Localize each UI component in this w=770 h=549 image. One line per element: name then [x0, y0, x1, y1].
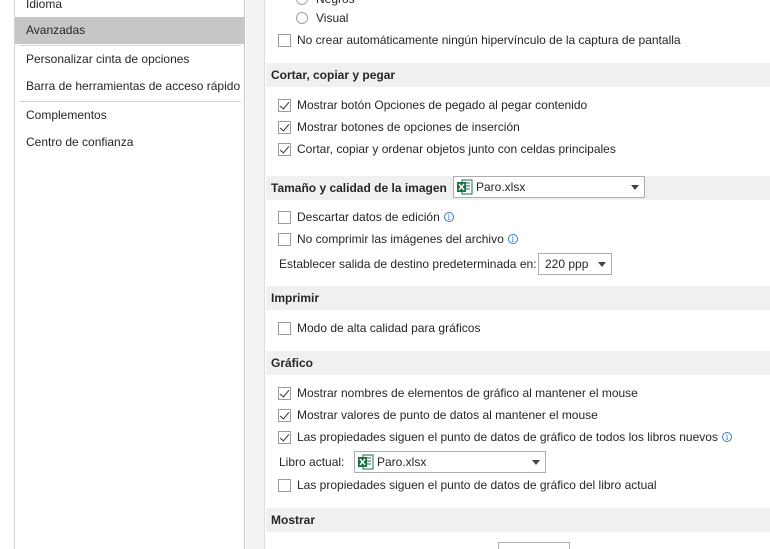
high-quality-label: Modo de alta calidad para gráficos [297, 321, 481, 335]
cut-copy-sort-label: Cortar, copiar y ordenar objetos junto c… [297, 142, 616, 156]
options-sidebar: Idioma Avanzadas Personalizar cinta de o… [15, 0, 245, 549]
radio-visual-label: Visual [316, 11, 349, 25]
discard-edit-data-label: Descartar datos de edición i [297, 208, 454, 226]
props-all-workbooks-text: Las propiedades siguen el punto de datos… [297, 430, 718, 444]
options-content: Negros Visual No crear automáticamente n… [266, 0, 770, 549]
props-current-workbook-label: Las propiedades siguen el punto de datos… [297, 478, 657, 492]
excel-file-icon [457, 179, 473, 195]
data-values-label: Mostrar valores de punto de datos al man… [297, 408, 598, 422]
info-icon: i [507, 234, 518, 244]
sidebar-item-idioma[interactable]: Idioma [15, 0, 244, 18]
discard-edit-data-text: Descartar datos de edición [297, 210, 440, 224]
info-icon: i [721, 432, 732, 442]
radio-negros[interactable] [296, 0, 308, 5]
paste-options-checkbox[interactable] [278, 99, 291, 112]
chevron-down-icon [598, 262, 606, 267]
props-current-workbook-checkbox[interactable] [278, 479, 291, 492]
element-names-checkbox[interactable] [278, 387, 291, 400]
recent-files-spinner[interactable] [498, 542, 570, 549]
radio-negros-label: Negros [316, 0, 355, 8]
sidebar-item-centro-confianza[interactable]: Centro de confianza [15, 129, 244, 156]
insert-options-label: Mostrar botones de opciones de inserción [297, 120, 520, 134]
radio-visual[interactable] [296, 12, 308, 24]
no-compress-checkbox[interactable] [278, 233, 291, 246]
sidebar-item-barra-acceso-rapido[interactable]: Barra de herramientas de acceso rápido [15, 73, 244, 100]
ppi-dropdown-value: 220 ppp [545, 257, 589, 271]
content-gutter [246, 0, 265, 549]
current-book-label: Libro actual: [279, 455, 345, 469]
high-quality-checkbox[interactable] [278, 322, 291, 335]
section-header-chart: Gráfico [266, 351, 770, 375]
sidebar-item-avanzadas[interactable]: Avanzadas [15, 17, 244, 44]
props-all-workbooks-checkbox[interactable] [278, 431, 291, 444]
sidebar-item-personalizar-cinta[interactable]: Personalizar cinta de opciones [15, 46, 244, 73]
insert-options-checkbox[interactable] [278, 121, 291, 134]
info-icon: i [443, 212, 454, 222]
chevron-down-icon [631, 185, 639, 190]
excel-file-icon [358, 454, 374, 470]
cut-copy-sort-checkbox[interactable] [278, 143, 291, 156]
default-output-label: Establecer salida de destino predetermin… [279, 257, 537, 271]
ppi-dropdown[interactable]: 220 ppp [538, 253, 612, 275]
sidebar-item-complementos[interactable]: Complementos [15, 102, 244, 129]
props-all-workbooks-label: Las propiedades siguen el punto de datos… [297, 428, 732, 446]
current-book-dropdown-value: Paro.xlsx [377, 455, 427, 469]
left-edge-strip [0, 0, 15, 549]
image-file-dropdown-value: Paro.xlsx [476, 180, 526, 194]
no-hyperlink-label: No crear automáticamente ningún hipervín… [297, 33, 681, 47]
no-hyperlink-checkbox[interactable] [278, 34, 291, 47]
chevron-down-icon [532, 460, 540, 465]
current-book-dropdown[interactable]: Paro.xlsx [354, 451, 546, 473]
data-values-checkbox[interactable] [278, 409, 291, 422]
image-size-header-label: Tamaño y calidad de la imagen [271, 181, 447, 195]
element-names-label: Mostrar nombres de elementos de gráfico … [297, 386, 638, 400]
section-header-display: Mostrar [266, 508, 770, 532]
paste-options-label: Mostrar botón Opciones de pegado al pega… [297, 98, 588, 112]
discard-edit-data-checkbox[interactable] [278, 211, 291, 224]
section-header-cut-copy-paste: Cortar, copiar y pegar [266, 63, 770, 87]
section-header-print: Imprimir [266, 286, 770, 310]
image-file-dropdown[interactable]: Paro.xlsx [453, 176, 645, 198]
no-compress-text: No comprimir las imágenes del archivo [297, 232, 504, 246]
no-compress-label: No comprimir las imágenes del archivo i [297, 230, 518, 248]
